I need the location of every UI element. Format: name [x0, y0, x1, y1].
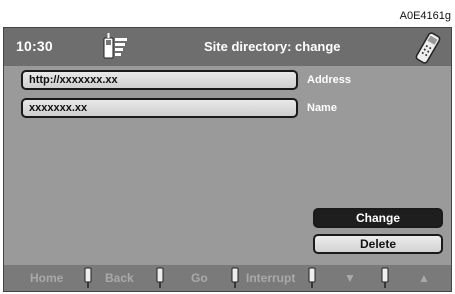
scroll-down-icon[interactable]: ▼	[344, 271, 356, 285]
handset-icon	[415, 32, 441, 64]
title-bar: 10:30 Site directory: change	[4, 28, 451, 66]
address-field[interactable]: http://xxxxxxx.xx	[21, 70, 298, 90]
delete-button[interactable]: Delete	[313, 234, 443, 254]
phone-signal-icon	[103, 33, 127, 59]
clock-time: 10:30	[16, 38, 53, 54]
address-label: Address	[307, 74, 352, 86]
separator-icon	[308, 267, 316, 288]
separator-icon	[156, 267, 164, 288]
name-label: Name	[307, 102, 337, 114]
nav-go[interactable]: Go	[191, 271, 208, 285]
name-field[interactable]: xxxxxxx.xx	[21, 98, 298, 118]
nav-back[interactable]: Back	[105, 271, 134, 285]
bottom-nav-bar: Home Back Go Interrupt ▼ ▲	[4, 265, 451, 291]
separator-icon	[231, 267, 239, 288]
separator-icon	[381, 267, 389, 288]
scroll-up-icon[interactable]: ▲	[418, 271, 430, 285]
device-screen: 10:30 Site directory: change http://xxxx…	[3, 27, 452, 292]
nav-interrupt[interactable]: Interrupt	[246, 271, 295, 285]
nav-home[interactable]: Home	[30, 271, 63, 285]
figure-reference-code: A0E4161g	[399, 10, 451, 22]
separator-icon	[84, 267, 92, 288]
screen-title: Site directory: change	[204, 39, 341, 54]
change-button[interactable]: Change	[313, 208, 443, 228]
